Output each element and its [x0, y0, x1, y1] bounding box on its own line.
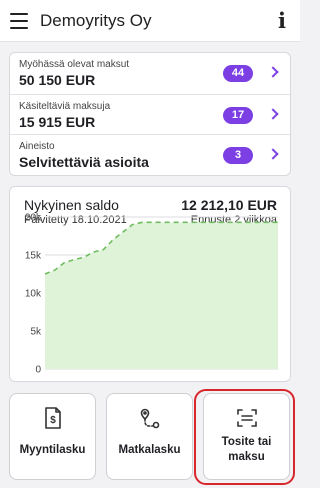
chart-area-fill: [45, 222, 278, 369]
sales-invoice-button[interactable]: $ Myyntilasku: [9, 393, 96, 480]
app-title: Demoyritys Oy: [40, 11, 152, 30]
summary-row-value: 15 915 EUR: [19, 114, 96, 130]
count-badge: 44: [223, 65, 253, 82]
summary-row-material[interactable]: Aineisto Selvitettäviä asioita 3: [10, 134, 290, 175]
summary-row-label: Myöhässä olevat maksut: [19, 59, 130, 70]
receipt-or-payment-button[interactable]: Tosite tai maksu: [203, 393, 290, 480]
svg-text:$: $: [50, 415, 56, 426]
count-badge: 17: [223, 107, 253, 124]
route-pin-icon: [140, 408, 160, 429]
scan-receipt-icon: [237, 409, 257, 427]
count-badge: 3: [223, 147, 253, 164]
balance-card[interactable]: Nykyinen saldo Päivitetty 18.10.2021 12 …: [9, 186, 291, 382]
summary-row-late-payments[interactable]: Myöhässä olevat maksut 50 150 EUR 44: [10, 53, 290, 94]
invoice-dollar-icon: $: [45, 407, 61, 429]
y-tick-label: 10k: [25, 289, 42, 300]
action-label: Matkalasku: [118, 444, 181, 456]
y-tick-label: 5k: [30, 327, 42, 338]
summary-row-label: Käsiteltäviä maksuja: [19, 101, 111, 112]
summary-card: Myöhässä olevat maksut 50 150 EUR 44 Käs…: [9, 52, 291, 176]
travel-invoice-button[interactable]: Matkalasku: [106, 393, 193, 480]
summary-row-value: 50 150 EUR: [19, 72, 96, 88]
top-app-bar: Demoyritys Oy i: [0, 0, 300, 42]
balance-chart: 0 5k 10k 15k 20k: [25, 213, 278, 376]
y-tick-label: 0: [35, 365, 41, 376]
action-label: Tosite tai maksu: [221, 436, 272, 463]
summary-row-pending-payments[interactable]: Käsiteltäviä maksuja 15 915 EUR 17: [10, 94, 290, 135]
chevron-right-icon[interactable]: [267, 108, 279, 120]
summary-row-label: Aineisto: [19, 141, 55, 152]
y-tick-label: 15k: [25, 251, 42, 262]
hamburger-menu-icon[interactable]: [10, 13, 28, 29]
action-label: Myyntilasku: [19, 444, 86, 456]
info-icon[interactable]: i: [278, 8, 286, 33]
y-tick-label: 20k: [25, 213, 42, 224]
chevron-right-icon[interactable]: [267, 148, 279, 160]
summary-row-value: Selvitettäviä asioita: [19, 154, 149, 170]
chevron-right-icon[interactable]: [267, 66, 279, 78]
